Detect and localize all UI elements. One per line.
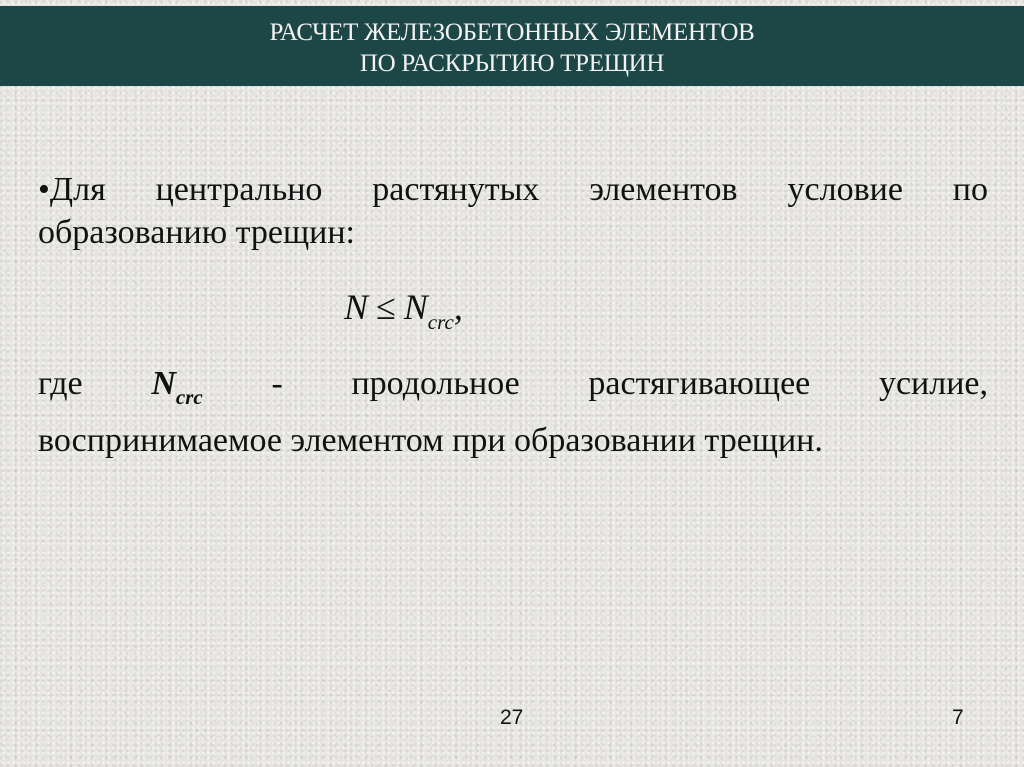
slide-header: РАСЧЕТ ЖЕЛЕЗОБЕТОННЫХ ЭЛЕМЕНТОВ ПО РАСКР… [0,6,1024,86]
bullet-text-line1: •Для центрально растянутых элементов усл… [38,171,988,208]
formula-trailing: , [453,287,463,327]
formula-rhs: N [403,287,428,327]
definition-symbol-subscript: crc [175,385,203,409]
formula-operator: ≤ [376,287,396,327]
definition-symbol-letter: N [151,365,176,402]
definition-paragraph: где Ncrc - продольное растягивающее усил… [38,362,988,462]
definition-line2: воспринимаемое элементом при образовании… [38,422,823,459]
slide-title-line1: РАСЧЕТ ЖЕЛЕЗОБЕТОННЫХ ЭЛЕМЕНТОВ [269,19,755,46]
definition-line1-rest: - продольное растягивающее усилие, [271,365,988,402]
slide-title-line2: ПО РАСКРЫТИЮ ТРЕЩИН [359,50,665,77]
definition-prefix: где [38,365,83,402]
definition-line1: где Ncrc - продольное растягивающее усил… [38,362,988,419]
formula-rhs-subscript: crc [427,310,454,334]
bullet-paragraph: •Для центрально растянутых элементов усл… [38,168,988,254]
definition-symbol: Ncrc [151,365,202,409]
formula-lhs: N [344,287,369,327]
page-number-left: 27 [500,706,524,729]
bullet-text-line2: образованию трещин: [38,214,355,251]
page-number-right: 7 [952,706,964,729]
formula-crack-condition: N ≤ Ncrc, [344,286,463,335]
